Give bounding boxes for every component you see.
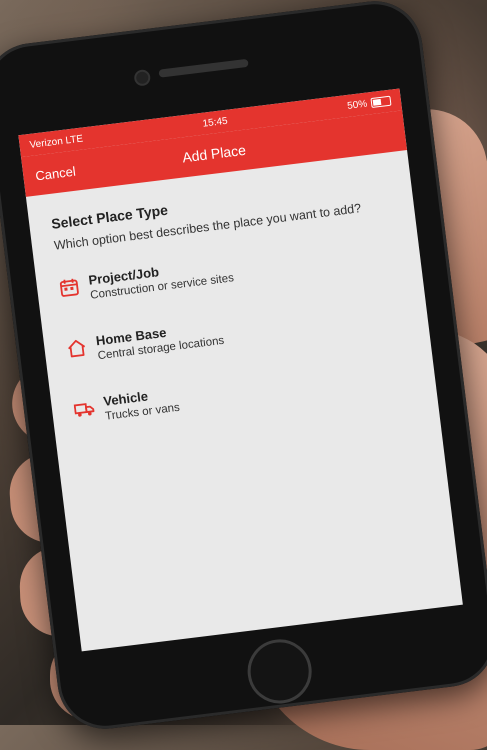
time-label: 15:45 <box>202 115 228 129</box>
carrier-label: Verizon LTE <box>29 133 84 150</box>
option-text: Vehicle Trucks or vans <box>103 385 181 423</box>
earpiece-speaker <box>158 59 248 78</box>
place-type-content: Select Place Type Which option best desc… <box>26 150 442 483</box>
option-vehicle[interactable]: Vehicle Trucks or vans <box>73 356 414 426</box>
house-icon <box>66 337 88 359</box>
option-text: Project/Job Construction or service site… <box>88 255 235 301</box>
battery-icon <box>370 96 391 108</box>
option-text: Home Base Central storage locations <box>95 318 225 362</box>
calendar-icon <box>58 276 80 298</box>
option-home-base[interactable]: Home Base Central storage locations <box>65 296 406 366</box>
phone-screen: Verizon LTE 15:45 50% Cancel Add Place S… <box>18 89 463 652</box>
battery-percent: 50% <box>347 98 368 111</box>
home-button[interactable] <box>244 636 315 707</box>
phone: Verizon LTE 15:45 50% Cancel Add Place S… <box>0 0 487 734</box>
status-indicators: 50% <box>347 95 392 111</box>
front-camera <box>133 69 151 87</box>
truck-icon <box>73 397 95 419</box>
